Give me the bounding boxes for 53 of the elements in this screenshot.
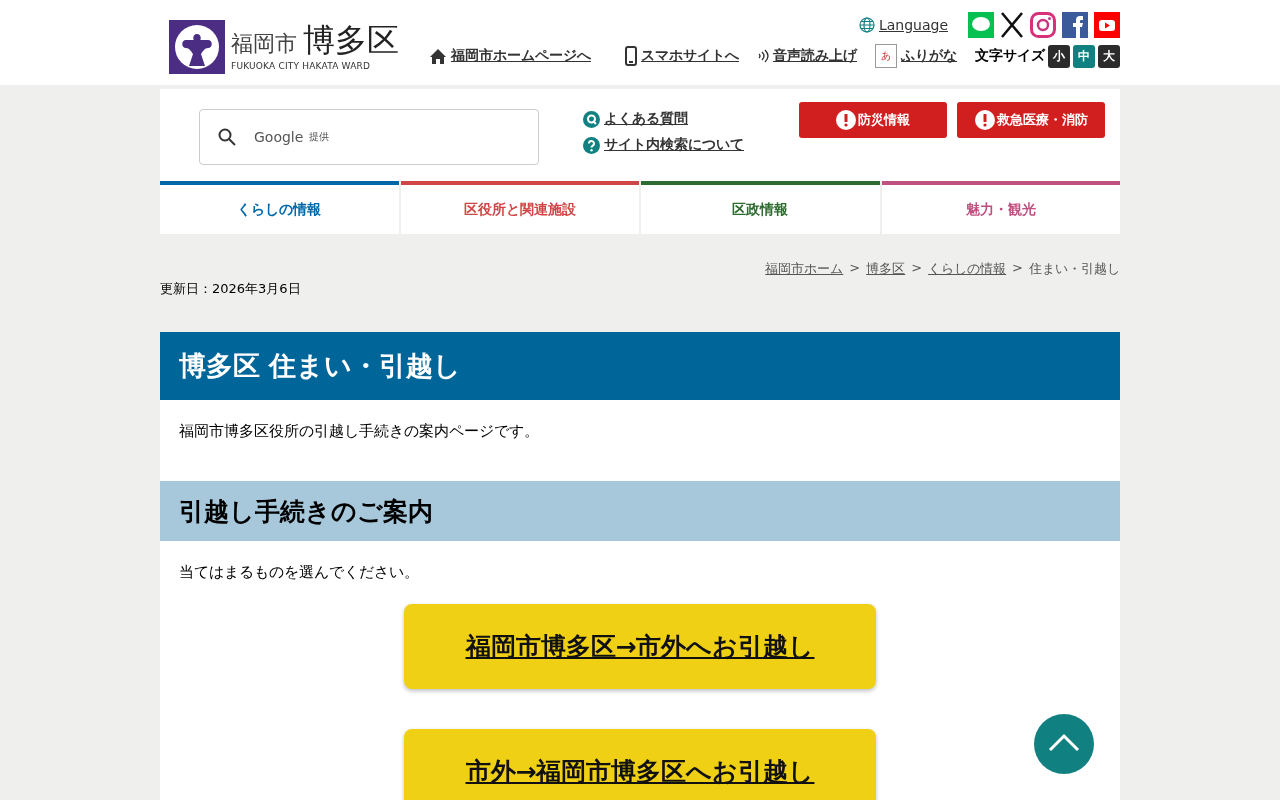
breadcrumb-link[interactable]: くらしの情報 <box>928 260 1007 278</box>
breadcrumb-separator: > <box>911 260 923 277</box>
nav-tab[interactable]: 魅力・観光 <box>881 181 1120 234</box>
provided-label: 提供 <box>309 130 330 144</box>
chevron-up-icon <box>1048 732 1080 753</box>
breadcrumb-separator: > <box>1012 260 1023 277</box>
updated-date: 更新日：2026年3月6日 <box>160 280 302 298</box>
choice-button[interactable]: 市外→福岡市博多区へお引越し <box>404 729 876 800</box>
nav-tab[interactable]: 区役所と関連施設 <box>400 181 639 234</box>
font-size-button[interactable]: 小 <box>1048 44 1070 68</box>
ward-name: 博多区 <box>303 23 399 57</box>
smartphone-icon <box>625 46 637 66</box>
header-link[interactable]: スマホサイトへ <box>641 47 739 65</box>
ward-name-romaji: FUKUOKA CITY HAKATA WARD <box>231 61 372 71</box>
font-size-label: 文字サイズ <box>975 47 1045 65</box>
search-field[interactable]: Google 提供 <box>199 109 539 165</box>
nav-tab[interactable]: 区政情報 <box>641 181 880 234</box>
help-link[interactable]: よくある質問 <box>604 110 688 128</box>
intro-text: 福岡市博多区役所の引越し手続きの案内ページです。 <box>178 421 540 442</box>
sound-icon <box>757 48 769 64</box>
ward-emblem-icon <box>169 20 225 74</box>
exclamation-icon <box>974 110 995 130</box>
language-link[interactable]: Language <box>878 17 948 33</box>
question-icon <box>583 110 600 128</box>
google-label: Google <box>254 129 304 145</box>
alert-button[interactable]: 防災情報 <box>799 102 947 138</box>
font-size-button[interactable]: 中 <box>1073 44 1095 68</box>
header-link[interactable]: ふりがな <box>901 47 957 65</box>
font-size-button[interactable]: 大 <box>1098 44 1120 68</box>
header-link[interactable]: 福岡市ホームページへ <box>451 47 591 65</box>
search-icon <box>218 128 236 146</box>
facebook-icon[interactable] <box>1062 12 1088 38</box>
page-title: 博多区 住まい・引越し <box>160 332 1120 400</box>
instagram-icon[interactable] <box>1030 12 1056 38</box>
city-name: 福岡市 <box>231 30 297 58</box>
breadcrumb-current: 住まい・引越し <box>1029 260 1120 278</box>
alert-button[interactable]: 救急医療・消防 <box>957 102 1105 138</box>
nav-tab[interactable]: くらしの情報 <box>160 181 399 234</box>
help-link[interactable]: サイト内検索について <box>604 136 744 154</box>
section-heading: 引越し手続きのご案内 <box>160 481 1120 541</box>
breadcrumb-link[interactable]: 博多区 <box>866 260 906 278</box>
youtube-icon[interactable] <box>1094 12 1120 38</box>
breadcrumb-separator: > <box>849 260 861 277</box>
choice-button[interactable]: 福岡市博多区→市外へお引越し <box>404 604 876 689</box>
header-link[interactable]: 音声読み上げ <box>773 47 857 65</box>
x-icon[interactable] <box>1000 12 1024 38</box>
exclamation-icon <box>836 110 856 130</box>
breadcrumb-link[interactable]: 福岡市ホーム <box>765 260 844 278</box>
globe-icon <box>858 17 875 33</box>
furigana-icon: あ <box>875 44 897 68</box>
prompt-text: 当てはまるものを選んでください。 <box>178 562 420 583</box>
help-icon <box>583 136 600 154</box>
home-icon <box>429 47 447 65</box>
